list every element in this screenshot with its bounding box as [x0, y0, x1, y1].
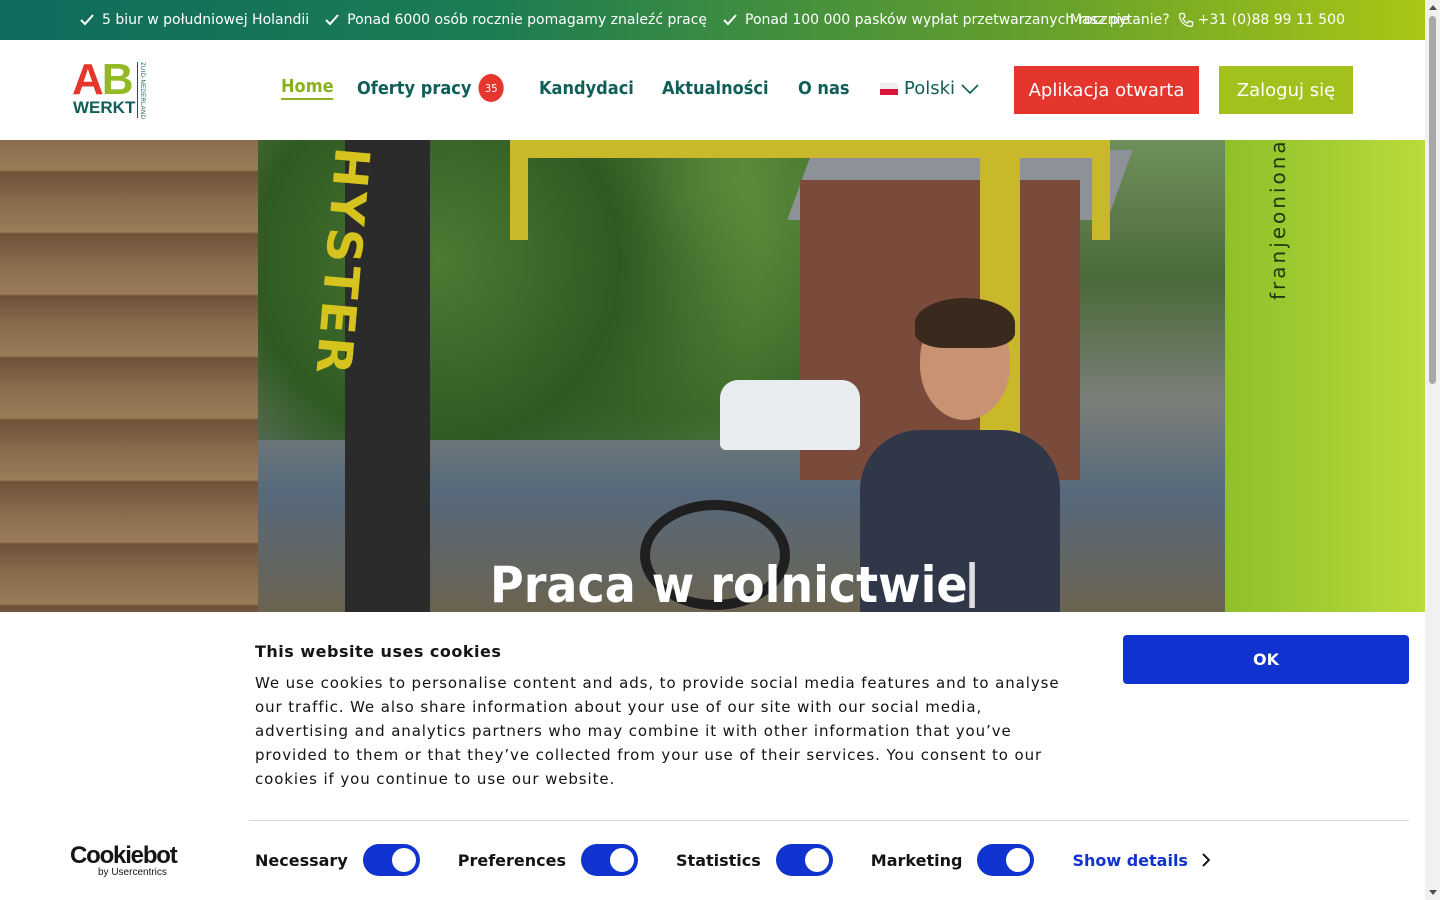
phone-number: +31 (0)88 99 11 500: [1197, 12, 1345, 28]
nav-item-about[interactable]: O nas: [798, 78, 850, 99]
phone-icon: [1178, 12, 1193, 28]
necessary-switch[interactable]: [362, 844, 420, 876]
hero-car: [720, 380, 860, 450]
chevron-down-icon: [961, 83, 979, 94]
toggle-preferences: Preferences: [457, 844, 639, 876]
logo-region: ZUID-NEDERLAND: [137, 62, 149, 120]
nav-label: Oferty pracy: [357, 77, 472, 99]
hero-person-hair: [915, 298, 1015, 348]
usp-text: 5 biur w południowej Holandii: [102, 12, 310, 28]
logo-wordmark: WERKT: [73, 98, 136, 117]
cookiebot-brand-sub: by Usercentrics: [98, 867, 167, 878]
toggle-label: Necessary: [255, 850, 348, 870]
consent-toggles: Necessary Preferences Statistics Marketi…: [255, 844, 1210, 876]
nav-item-home[interactable]: Home: [281, 76, 334, 100]
contact-info: Masz pytanie? +31 (0)88 99 11 500: [1070, 12, 1345, 28]
jobs-count-badge: 35: [479, 74, 505, 102]
nav-item-candidates[interactable]: Kandydaci: [539, 78, 634, 99]
usp-item: Ponad 6000 osób rocznie pomagamy znaleźć…: [325, 12, 707, 28]
nav-item-news[interactable]: Aktualności: [662, 78, 769, 99]
question-label: Masz pytanie?: [1069, 12, 1170, 28]
check-icon: [723, 14, 737, 26]
toggle-label: Preferences: [457, 850, 567, 870]
hero-forklift-frame: [510, 140, 1110, 240]
open-application-button[interactable]: Aplikacja otwarta: [1014, 66, 1199, 114]
check-icon: [325, 14, 339, 26]
logo[interactable]: AB WERKT ZUID-NEDERLAND: [72, 58, 152, 120]
hero-title-text: Praca w rolnictwie: [490, 556, 968, 612]
logo-mark: AB: [72, 55, 134, 104]
hero-truck: [1225, 140, 1425, 612]
page-scrollbar[interactable]: [1425, 0, 1440, 900]
hero-title: Praca w rolnictwie: [490, 556, 975, 612]
scroll-up-arrow-icon[interactable]: [1429, 5, 1437, 10]
cookie-divider: [249, 820, 1409, 821]
toggle-marketing: Marketing: [871, 844, 1035, 876]
nav-label: O nas: [798, 77, 850, 99]
scroll-down-arrow-icon[interactable]: [1429, 890, 1437, 895]
logo-region-text: ZUID-NEDERLAND: [139, 62, 145, 120]
language-label: Polski: [904, 78, 956, 99]
logo-a: A: [72, 55, 104, 104]
chevron-right-icon: [1202, 853, 1210, 867]
nav-label: Kandydaci: [538, 77, 634, 99]
toggle-label: Statistics: [676, 850, 761, 870]
cookie-title: This website uses cookies: [255, 642, 502, 661]
site-header: AB WERKT ZUID-NEDERLAND Home Oferty prac…: [0, 40, 1425, 140]
hero-banner: HYSTER franjeoniona Praca w rolnictwie: [0, 140, 1425, 612]
cookie-text: We use cookies to personalise content an…: [255, 674, 1060, 788]
show-details-link[interactable]: Show details: [1072, 851, 1210, 870]
show-details-label: Show details: [1072, 850, 1188, 870]
cookie-ok-button[interactable]: OK: [1123, 635, 1409, 684]
scrollbar-thumb[interactable]: [1429, 16, 1436, 384]
poland-flag-icon: [880, 82, 898, 95]
usp-item: 5 biur w południowej Holandii: [80, 12, 309, 28]
toggle-label: Marketing: [870, 850, 963, 870]
main-nav: Home Oferty pracy 35 Kandydaci Aktualnośc…: [281, 74, 874, 102]
nav-label: Home: [281, 76, 334, 97]
language-selector[interactable]: Polski: [880, 78, 979, 99]
check-icon: [80, 14, 94, 26]
toggle-necessary: Necessary: [255, 844, 420, 876]
cookiebot-logo[interactable]: Cookiebot by Usercentrics: [70, 842, 178, 878]
phone-link[interactable]: +31 (0)88 99 11 500: [1178, 12, 1345, 28]
typing-cursor: [969, 562, 975, 608]
hero-truck-text: franjeoniona: [1266, 140, 1290, 300]
cookiebot-brand: Cookiebot: [70, 842, 178, 869]
login-button[interactable]: Zaloguj się: [1219, 66, 1353, 114]
nav-label: Aktualności: [661, 77, 769, 99]
usp-list: 5 biur w południowej Holandii Ponad 6000…: [80, 12, 1145, 28]
top-info-bar: 5 biur w południowej Holandii Ponad 6000…: [0, 0, 1425, 40]
logo-b: B: [101, 55, 134, 104]
preferences-switch[interactable]: [581, 844, 639, 876]
marketing-switch[interactable]: [977, 844, 1035, 876]
hero-crate: [0, 140, 258, 612]
statistics-switch[interactable]: [775, 844, 833, 876]
cookie-banner: This website uses cookies We use cookies…: [0, 612, 1425, 900]
usp-item: Ponad 100 000 pasków wypłat przetwarzany…: [723, 12, 1129, 28]
usp-text: Ponad 6000 osób rocznie pomagamy znaleźć…: [347, 12, 708, 28]
toggle-statistics: Statistics: [676, 844, 833, 876]
nav-item-jobs[interactable]: Oferty pracy 35: [357, 74, 505, 102]
